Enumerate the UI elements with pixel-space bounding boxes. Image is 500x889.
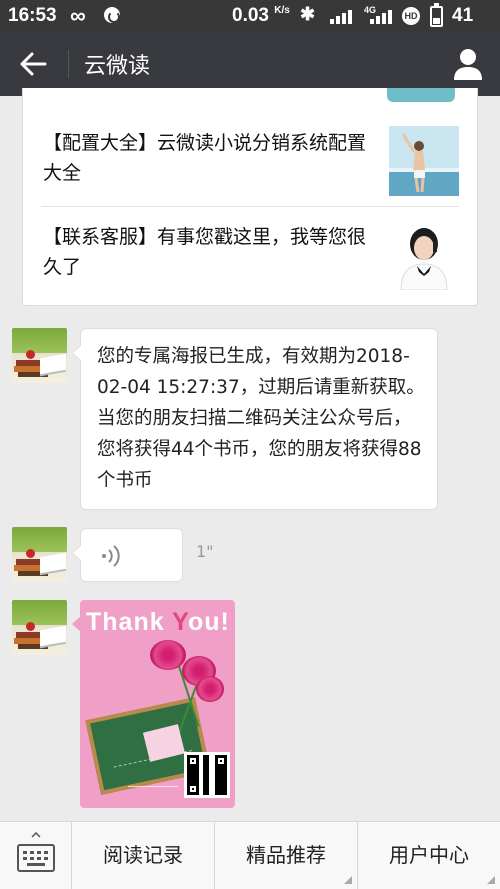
article-item-config[interactable]: 【配置大全】云微读小说分销系统配置大全 [23,114,479,206]
hd-icon: HD [402,7,420,25]
voice-duration: 1" [196,542,214,561]
network-speed-unit: K/s [274,5,290,16]
voice-message-bubble[interactable] [72,528,183,582]
row-divider [41,206,459,207]
avatar[interactable] [12,328,67,383]
article-card: 【配置大全】云微读小说分销系统配置大全 【联系客服】有事您戳这里，我等您很久了 [22,88,478,306]
submenu-indicator-icon [487,876,495,884]
customer-service-woman-image [389,220,459,290]
signal-icon [330,8,356,24]
share-poster-image: Thank You! [80,600,235,808]
infinity-icon: ∞ [70,3,86,28]
submenu-indicator-icon [344,876,352,884]
menu-label: 用户中心 [389,843,469,867]
status-bar: 16:53 ∞ 0.03 K/s ✱ 4G HD 41 [0,0,500,32]
poster-title: Thank You! [86,608,230,636]
app-notification-icon [104,7,120,23]
page-title: 云微读 [84,54,151,79]
image-message-bubble[interactable]: Thank You! [80,600,235,808]
back-arrow-icon[interactable] [18,50,48,78]
article-title: 【配置大全】云微读小说分销系统配置大全 [43,132,367,184]
keyboard-icon [17,844,55,872]
article-item-service[interactable]: 【联系客服】有事您戳这里，我等您很久了 [23,208,479,300]
menu-user-center[interactable]: 用户中心 [358,822,500,889]
menu-reading-history[interactable]: 阅读记录 [72,822,215,889]
status-time: 16:53 [8,5,57,26]
title-divider [68,50,69,78]
avatar[interactable] [12,600,67,655]
bottom-menu-bar: 阅读记录 精品推荐 用户中心 [0,821,500,889]
network-speed: 0.03 K/s [232,5,290,26]
avatar[interactable] [12,527,67,582]
previous-item-thumbnail[interactable] [387,88,455,102]
qr-code [184,752,230,798]
message-text: 您的专属海报已生成，有效期为2018-02-04 15:27:37，过期后请重新… [97,346,425,491]
menu-label: 精品推荐 [246,843,326,867]
article-title: 【联系客服】有事您戳这里，我等您很久了 [43,226,367,278]
bluetooth-icon: ✱ [300,4,316,24]
caret-up-icon [31,832,41,838]
battery-percentage: 41 [452,5,474,26]
carnation-flower [150,640,186,670]
keyboard-toggle-button[interactable] [0,822,72,889]
carnation-flower [196,676,224,702]
menu-featured-picks[interactable]: 精品推荐 [215,822,358,889]
signal-4g-icon [370,8,392,24]
text-message-bubble[interactable]: 您的专属海报已生成，有效期为2018-02-04 15:27:37，过期后请重新… [72,328,438,510]
voice-wave-icon [102,545,120,567]
title-bar: 云微读 [0,32,500,96]
battery-icon [430,3,443,27]
beach-woman-image [389,126,459,196]
user-icon[interactable] [452,46,484,82]
menu-label: 阅读记录 [103,843,183,867]
